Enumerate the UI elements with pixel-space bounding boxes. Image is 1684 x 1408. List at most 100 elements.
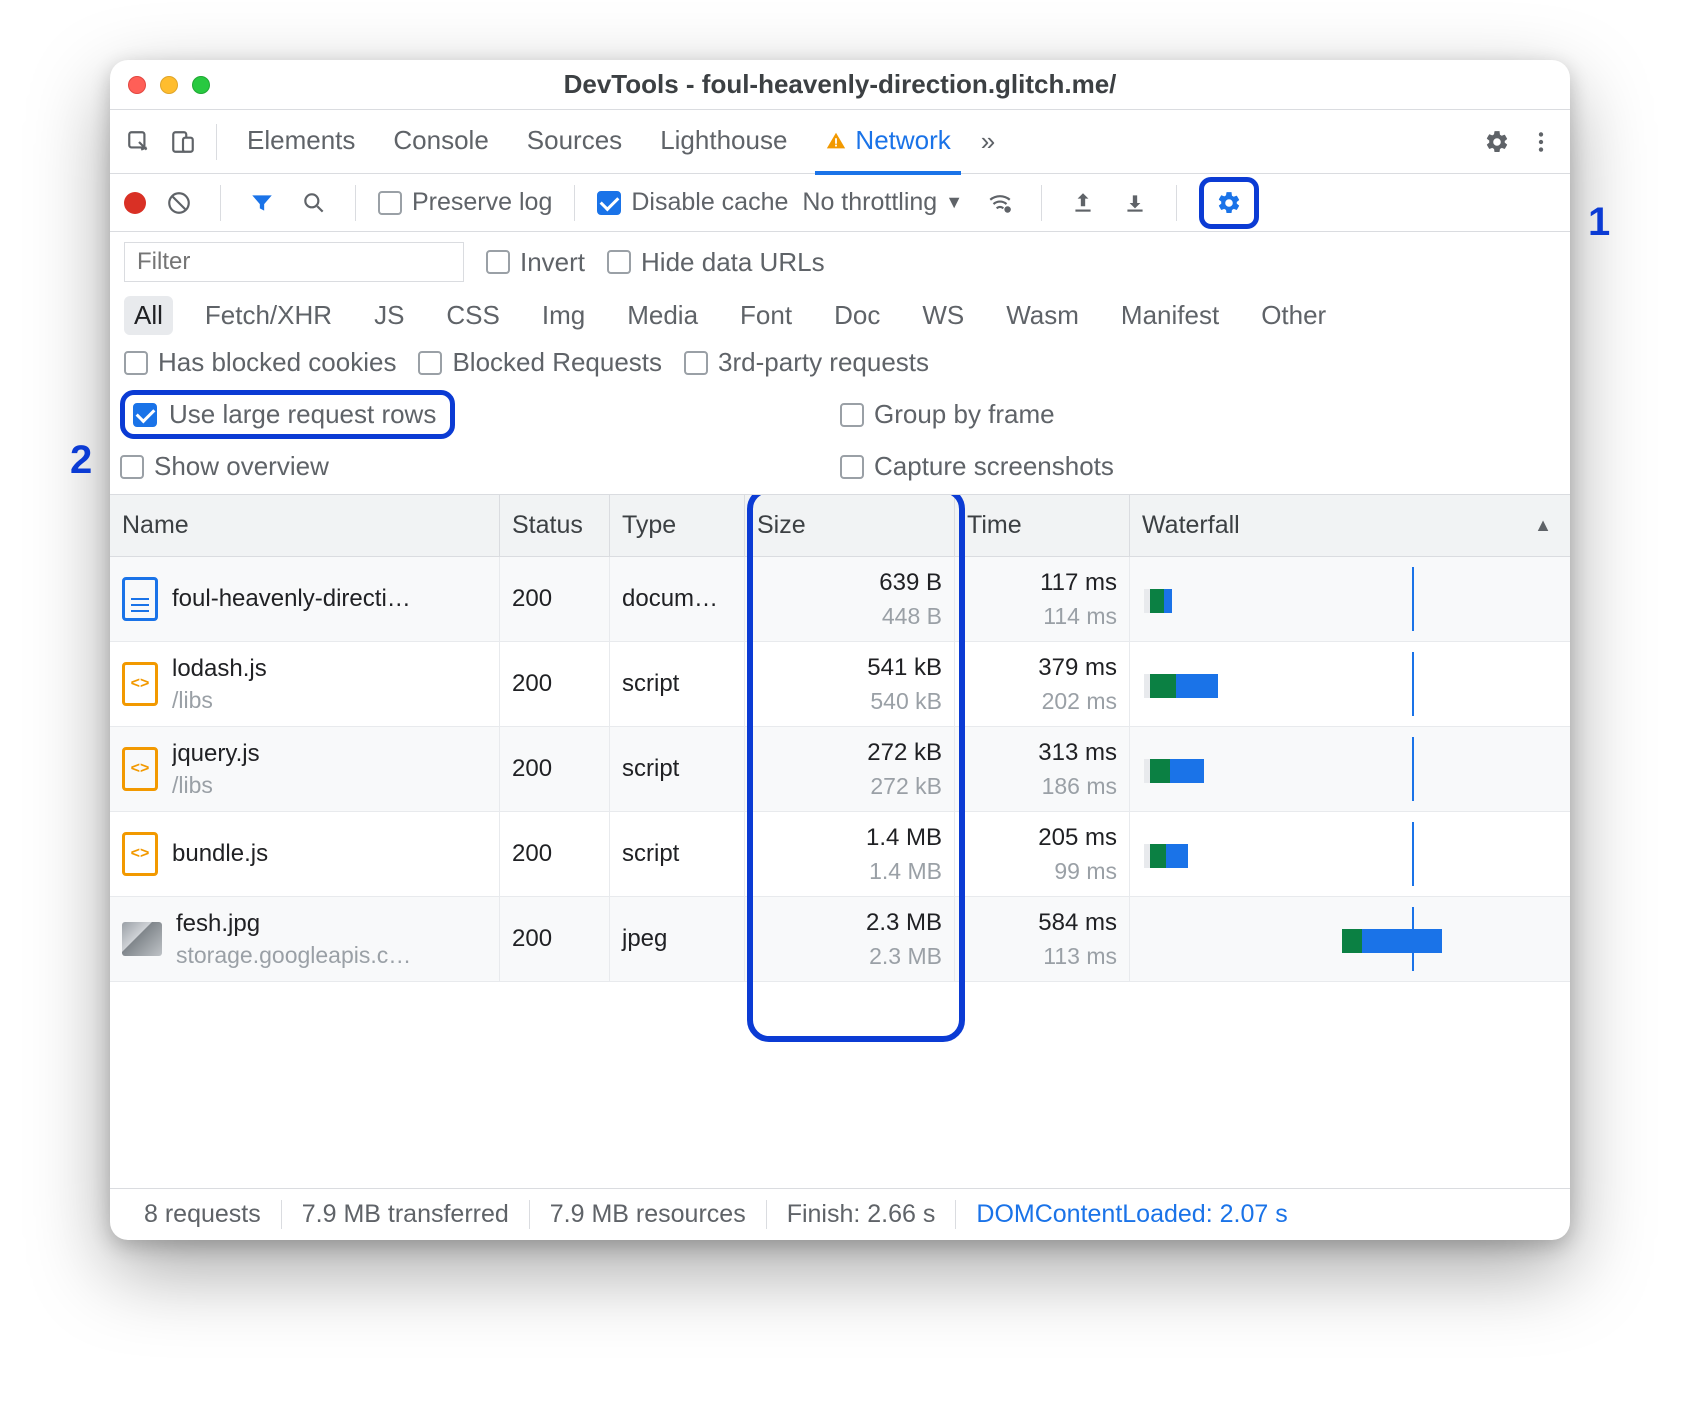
network-settings-icon[interactable] bbox=[1210, 184, 1248, 222]
invert-checkbox[interactable]: Invert bbox=[486, 247, 585, 278]
cell-waterfall bbox=[1130, 897, 1570, 981]
col-status[interactable]: Status bbox=[500, 495, 610, 556]
col-waterfall-label: Waterfall bbox=[1142, 511, 1240, 540]
hide-data-urls-checkbox[interactable]: Hide data URLs bbox=[607, 247, 825, 278]
tab-sources[interactable]: Sources bbox=[511, 109, 638, 174]
export-har-icon[interactable] bbox=[1116, 184, 1154, 222]
filter-pill-js[interactable]: JS bbox=[364, 296, 414, 335]
minimize-window-button[interactable] bbox=[160, 76, 178, 94]
preserve-log-checkbox[interactable]: Preserve log bbox=[378, 188, 552, 217]
checkbox-icon bbox=[418, 351, 442, 375]
third-party-checkbox[interactable]: 3rd-party requests bbox=[684, 347, 929, 378]
cell-name: <> bundle.js bbox=[110, 812, 500, 896]
cell-waterfall bbox=[1130, 642, 1570, 726]
image-file-icon bbox=[122, 922, 162, 956]
col-name[interactable]: Name bbox=[110, 495, 500, 556]
tab-network[interactable]: Network bbox=[809, 109, 966, 174]
table-row[interactable]: <> jquery.js/libs 200 script 272 kB272 k… bbox=[110, 727, 1570, 812]
kebab-menu-icon[interactable] bbox=[1522, 123, 1560, 161]
sort-indicator-icon: ▲ bbox=[1534, 515, 1552, 536]
devtools-window: DevTools - foul-heavenly-direction.glitc… bbox=[110, 60, 1570, 1240]
show-overview-checkbox[interactable]: Show overview bbox=[120, 451, 329, 482]
filter-pill-all[interactable]: All bbox=[124, 296, 173, 335]
col-size[interactable]: Size bbox=[745, 495, 955, 556]
filter-input[interactable] bbox=[124, 242, 464, 282]
tab-lighthouse[interactable]: Lighthouse bbox=[644, 109, 803, 174]
table-row[interactable]: <> lodash.js/libs 200 script 541 kB540 k… bbox=[110, 642, 1570, 727]
cell-size: 639 B448 B bbox=[745, 557, 955, 641]
checkbox-icon bbox=[607, 250, 631, 274]
blocked-cookies-checkbox[interactable]: Has blocked cookies bbox=[124, 347, 396, 378]
show-overview-label: Show overview bbox=[154, 451, 329, 482]
maximize-window-button[interactable] bbox=[192, 76, 210, 94]
filter-icon[interactable] bbox=[243, 184, 281, 222]
filter-pill-img[interactable]: Img bbox=[532, 296, 595, 335]
cell-name: <> jquery.js/libs bbox=[110, 727, 500, 811]
filter-pill-css[interactable]: CSS bbox=[436, 296, 509, 335]
tab-elements[interactable]: Elements bbox=[231, 109, 371, 174]
col-type[interactable]: Type bbox=[610, 495, 745, 556]
cell-waterfall bbox=[1130, 812, 1570, 896]
request-path: storage.googleapis.c… bbox=[176, 942, 411, 969]
import-har-icon[interactable] bbox=[1064, 184, 1102, 222]
cell-size: 272 kB272 kB bbox=[745, 727, 955, 811]
cell-size: 541 kB540 kB bbox=[745, 642, 955, 726]
inspect-element-icon[interactable] bbox=[120, 123, 158, 161]
third-party-label: 3rd-party requests bbox=[718, 347, 929, 378]
table-row[interactable]: <> bundle.js 200 script 1.4 MB1.4 MB 205… bbox=[110, 812, 1570, 897]
script-file-icon: <> bbox=[122, 662, 158, 706]
group-by-frame-checkbox[interactable]: Group by frame bbox=[840, 399, 1055, 430]
filter-row: Invert Hide data URLs bbox=[110, 232, 1570, 290]
cell-name: foul-heavenly-directi… bbox=[110, 557, 500, 641]
filter-pill-ws[interactable]: WS bbox=[912, 296, 974, 335]
tab-console[interactable]: Console bbox=[377, 109, 504, 174]
filter-pill-fetch[interactable]: Fetch/XHR bbox=[195, 296, 342, 335]
more-tabs-icon[interactable]: » bbox=[973, 126, 1003, 157]
window-title: DevTools - foul-heavenly-direction.glitc… bbox=[110, 69, 1570, 100]
throttling-select[interactable]: No throttling ▼ bbox=[802, 188, 967, 217]
filter-pill-doc[interactable]: Doc bbox=[824, 296, 890, 335]
filter-pill-font[interactable]: Font bbox=[730, 296, 802, 335]
network-toolbar: Preserve log Disable cache No throttling… bbox=[110, 174, 1570, 232]
cell-name: fesh.jpgstorage.googleapis.c… bbox=[110, 897, 500, 981]
col-waterfall[interactable]: Waterfall ▲ bbox=[1130, 495, 1570, 556]
group-by-frame-label: Group by frame bbox=[874, 399, 1055, 430]
disable-cache-checkbox[interactable]: Disable cache bbox=[597, 188, 788, 217]
table-row[interactable]: fesh.jpgstorage.googleapis.c… 200 jpeg 2… bbox=[110, 897, 1570, 982]
close-window-button[interactable] bbox=[128, 76, 146, 94]
checkbox-icon bbox=[133, 403, 157, 427]
status-transferred: 7.9 MB transferred bbox=[282, 1200, 530, 1229]
clear-icon[interactable] bbox=[160, 184, 198, 222]
cell-type: script bbox=[610, 812, 745, 896]
table-row[interactable]: foul-heavenly-directi… 200 docum… 639 B4… bbox=[110, 557, 1570, 642]
device-toolbar-icon[interactable] bbox=[164, 123, 202, 161]
blocked-requests-checkbox[interactable]: Blocked Requests bbox=[418, 347, 662, 378]
checkbox-icon bbox=[124, 351, 148, 375]
checkbox-icon bbox=[840, 403, 864, 427]
filter-pill-manifest[interactable]: Manifest bbox=[1111, 296, 1229, 335]
cell-status: 200 bbox=[500, 557, 610, 641]
disable-cache-label: Disable cache bbox=[631, 188, 788, 217]
capture-screenshots-checkbox[interactable]: Capture screenshots bbox=[840, 451, 1114, 482]
cell-time: 584 ms113 ms bbox=[955, 897, 1130, 981]
col-time[interactable]: Time bbox=[955, 495, 1130, 556]
request-name: lodash.js bbox=[172, 655, 267, 683]
cell-type: docum… bbox=[610, 557, 745, 641]
filter-pill-wasm[interactable]: Wasm bbox=[996, 296, 1089, 335]
search-icon[interactable] bbox=[295, 184, 333, 222]
settings-icon[interactable] bbox=[1478, 123, 1516, 161]
request-name: foul-heavenly-directi… bbox=[172, 585, 411, 613]
warning-icon bbox=[825, 130, 847, 152]
large-rows-checkbox[interactable]: Use large request rows bbox=[133, 399, 436, 430]
network-conditions-icon[interactable] bbox=[981, 184, 1019, 222]
checkbox-icon bbox=[684, 351, 708, 375]
filter-pill-other[interactable]: Other bbox=[1251, 296, 1336, 335]
extra-filters-row: Has blocked cookies Blocked Requests 3rd… bbox=[110, 341, 1570, 384]
document-file-icon bbox=[122, 577, 158, 621]
filter-pill-media[interactable]: Media bbox=[617, 296, 708, 335]
cell-status: 200 bbox=[500, 897, 610, 981]
record-button[interactable] bbox=[124, 192, 146, 214]
separator bbox=[1041, 185, 1042, 221]
request-path: /libs bbox=[172, 687, 267, 714]
status-bar: 8 requests 7.9 MB transferred 7.9 MB res… bbox=[110, 1188, 1570, 1240]
